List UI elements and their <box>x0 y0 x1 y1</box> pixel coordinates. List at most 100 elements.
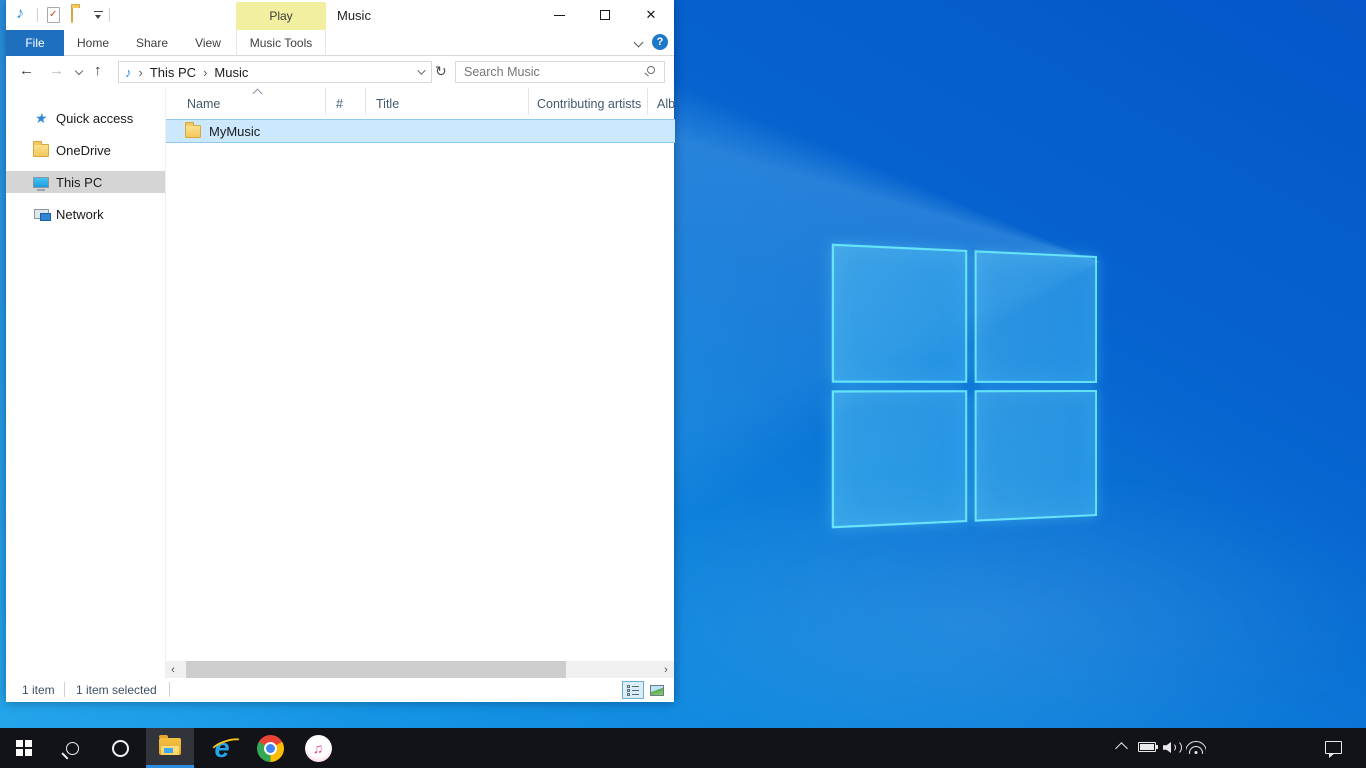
minimize-button[interactable] <box>536 0 582 30</box>
column-header-number[interactable]: # <box>326 88 366 115</box>
breadcrumb-music[interactable]: Music <box>214 65 248 80</box>
sidebar-item-label: OneDrive <box>56 143 111 158</box>
start-button[interactable] <box>0 728 48 768</box>
selection-count-label: 1 item selected <box>76 683 157 697</box>
window-title: Music <box>337 8 371 23</box>
network-icon <box>34 209 49 219</box>
sidebar-item-onedrive[interactable]: OneDrive <box>6 139 165 161</box>
onedrive-folder-icon <box>33 144 49 157</box>
monitor-icon <box>33 177 49 188</box>
show-hidden-icons-chevron-icon[interactable] <box>1115 742 1128 755</box>
tab-home[interactable]: Home <box>69 30 117 56</box>
contextual-tab-group-play[interactable]: Play <box>236 2 326 30</box>
tab-share[interactable]: Share <box>128 30 176 56</box>
internet-explorer-icon: e <box>214 735 229 762</box>
sidebar-item-label: This PC <box>56 175 102 190</box>
cortana-button[interactable] <box>96 728 144 768</box>
tab-music-tools[interactable]: Music Tools <box>236 30 326 56</box>
file-list-pane: Name # Title Contributing artists Alb My… <box>165 88 674 662</box>
taskbar-itunes-button[interactable]: ♫ <box>294 728 342 768</box>
app-music-note-icon: ♪ <box>16 5 24 23</box>
forward-button[interactable]: → <box>49 62 64 79</box>
cortana-circle-icon <box>112 740 129 757</box>
title-bar[interactable]: ♪ ✓ Play Music ✕ <box>6 0 674 30</box>
scroll-right-arrow-icon[interactable]: › <box>658 661 674 678</box>
address-bar[interactable]: ♪ › This PC › Music <box>118 61 432 83</box>
taskbar-chrome-button[interactable] <box>246 728 294 768</box>
taskbar: e ♫ <box>0 728 1366 768</box>
status-bar: 1 item 1 item selected <box>6 678 674 702</box>
file-row-mymusic[interactable]: MyMusic <box>166 119 675 143</box>
toolbar-separator <box>37 8 38 22</box>
column-label: Title <box>376 97 399 111</box>
minimize-ribbon-chevron-icon[interactable] <box>634 38 644 48</box>
column-label: # <box>336 97 343 111</box>
file-name: MyMusic <box>209 124 260 139</box>
sidebar-item-this-pc[interactable]: This PC <box>6 171 165 193</box>
breadcrumb-separator-icon: › <box>203 65 207 80</box>
column-label: Name <box>187 97 220 111</box>
address-bar-row: ← → ↑ ♪ › This PC › Music ↻ <box>6 56 674 88</box>
sidebar-item-quick-access[interactable]: ★ Quick access <box>6 107 165 129</box>
scroll-left-arrow-icon[interactable]: ‹ <box>165 661 181 678</box>
sort-ascending-icon <box>253 89 263 99</box>
sidebar-item-label: Quick access <box>56 111 133 126</box>
navigation-pane: ★ Quick access OneDrive This PC Network <box>6 88 165 662</box>
tab-file-label: File <box>25 36 44 50</box>
battery-icon[interactable] <box>1138 742 1156 752</box>
taskbar-internet-explorer-button[interactable]: e <box>198 728 246 768</box>
properties-button[interactable]: ✓ <box>47 7 60 23</box>
large-icons-view-icon <box>650 685 664 696</box>
tab-view-label: View <box>195 36 221 50</box>
large-icons-view-button[interactable] <box>646 681 668 699</box>
folder-icon <box>185 125 201 138</box>
column-header-contributing-artists[interactable]: Contributing artists <box>529 88 648 115</box>
status-separator <box>64 682 65 697</box>
tab-home-label: Home <box>77 36 109 50</box>
action-center-icon[interactable] <box>1325 741 1342 754</box>
taskbar-file-explorer-button-active[interactable] <box>146 728 194 768</box>
maximize-button[interactable] <box>582 0 628 30</box>
maximize-icon <box>600 10 610 20</box>
search-box[interactable] <box>455 61 665 83</box>
close-button[interactable]: ✕ <box>628 0 674 30</box>
scrollbar-thumb[interactable] <box>186 661 566 678</box>
details-view-button[interactable] <box>622 681 644 699</box>
file-explorer-window: ♪ ✓ Play Music ✕ File Home Share View Mu… <box>6 0 674 702</box>
toolbar-separator <box>109 8 110 22</box>
address-music-note-icon: ♪ <box>125 65 132 80</box>
itunes-icon: ♫ <box>305 735 332 762</box>
customize-quick-access-toolbar-button[interactable] <box>94 11 103 19</box>
windows-logo-wallpaper <box>845 256 1097 516</box>
sidebar-item-network[interactable]: Network <box>6 203 165 225</box>
column-header-album[interactable]: Alb <box>648 88 688 115</box>
column-header-title[interactable]: Title <box>366 88 529 115</box>
column-label: Contributing artists <box>537 97 641 111</box>
tab-file[interactable]: File <box>6 30 64 56</box>
logo-pane <box>832 390 967 529</box>
column-label: Alb <box>657 97 675 111</box>
folder-icon <box>71 7 73 23</box>
volume-icon[interactable] <box>1163 740 1183 755</box>
logo-pane <box>974 390 1097 522</box>
taskbar-search-button[interactable] <box>48 728 96 768</box>
status-separator <box>169 682 170 697</box>
tab-view[interactable]: View <box>184 30 232 56</box>
help-button[interactable]: ? <box>652 34 668 50</box>
wifi-icon[interactable] <box>1186 741 1206 754</box>
back-button[interactable]: ← <box>19 62 34 79</box>
column-header-name[interactable]: Name <box>166 88 326 115</box>
address-dropdown-chevron-icon[interactable] <box>417 66 425 74</box>
up-button[interactable]: ↑ <box>94 62 102 79</box>
refresh-button[interactable]: ↻ <box>435 63 447 80</box>
logo-pane <box>974 250 1097 382</box>
checkmark-icon: ✓ <box>49 9 57 20</box>
search-icon <box>647 66 655 74</box>
close-icon: ✕ <box>646 7 657 23</box>
new-folder-button[interactable] <box>71 8 73 22</box>
details-view-icon <box>627 685 639 696</box>
recent-locations-chevron-icon[interactable] <box>75 67 83 75</box>
breadcrumb-this-pc[interactable]: This PC <box>150 65 196 80</box>
search-input[interactable] <box>456 62 664 82</box>
horizontal-scrollbar[interactable]: ‹ › <box>165 661 674 678</box>
